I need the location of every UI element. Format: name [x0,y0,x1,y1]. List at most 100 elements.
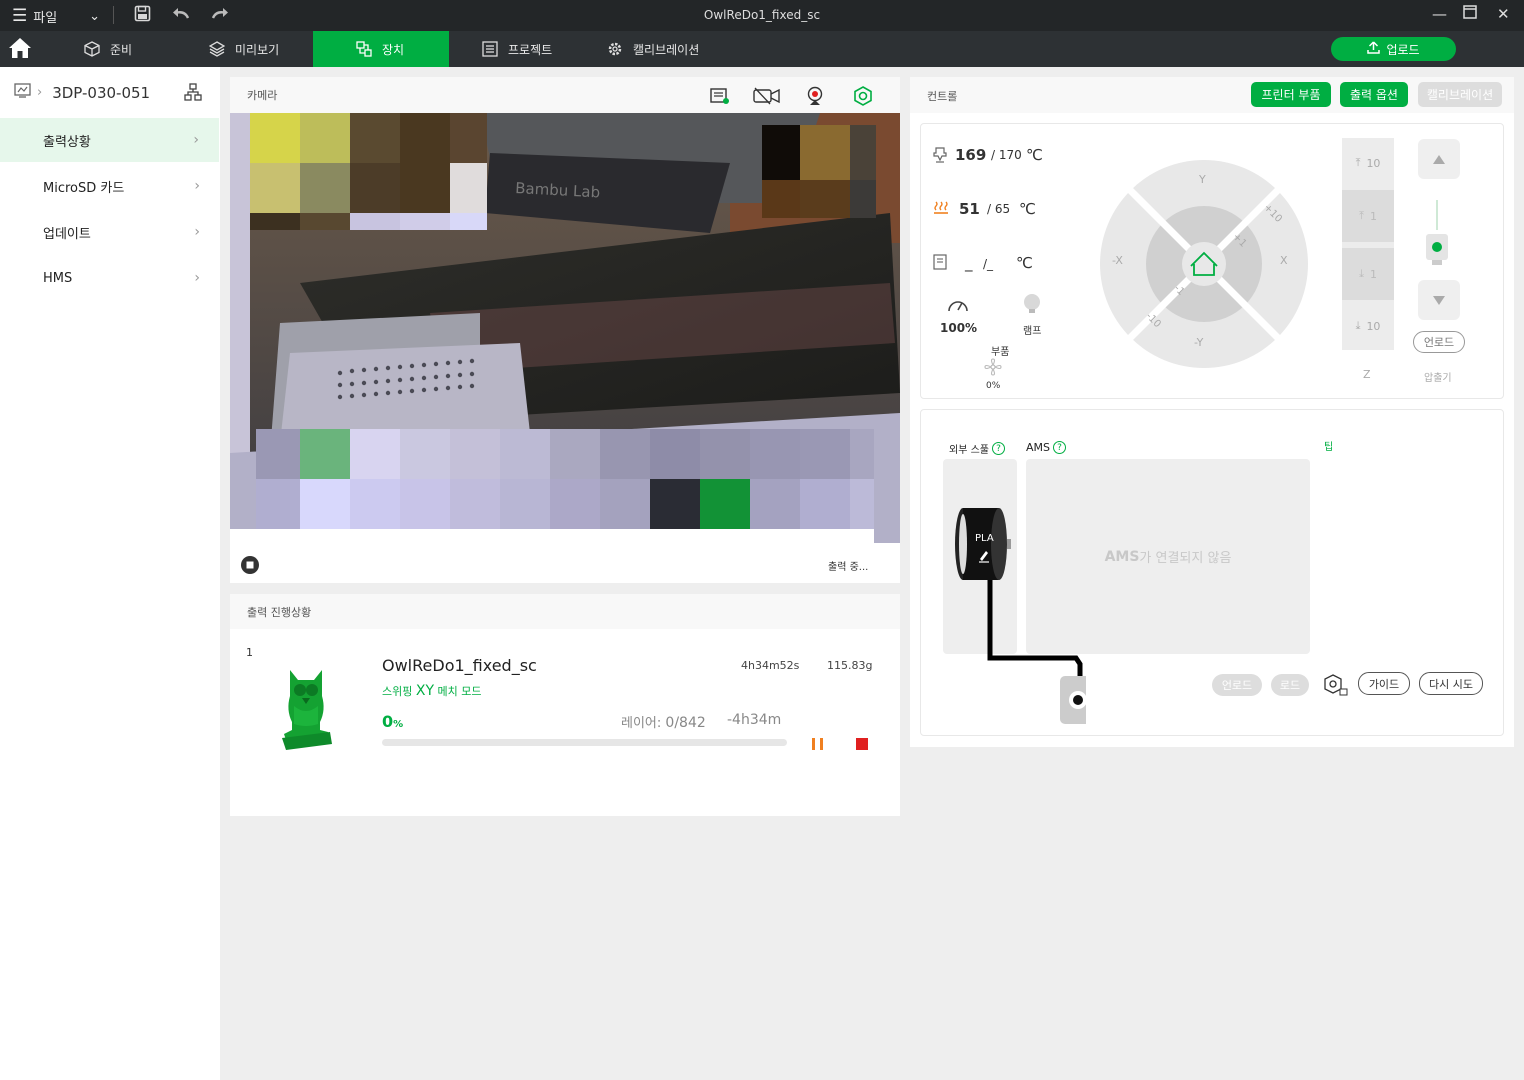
nozzle-temp-unit: ℃ [1026,146,1043,164]
tab-project[interactable]: 프로젝트 [482,31,552,67]
jog-x-plus[interactable]: X [1280,254,1288,267]
nozzle-target-temp[interactable]: / 170 [991,148,1022,162]
tab-label: 장치 [382,42,405,57]
filament-weight: 115.83g [827,659,873,672]
webcam-icon[interactable] [806,86,824,110]
jog-y-minus[interactable]: -Y [1194,336,1203,349]
plate-number: 1 [246,646,253,659]
button-label: 프린터 부품 [1261,88,1321,102]
network-icon[interactable] [184,83,202,105]
speed-gauge-icon[interactable] [947,296,969,318]
button-label: 다시 시도 [1429,677,1473,691]
tab-calibration[interactable]: 캘리브레이션 [607,31,699,67]
layer-info: 레이어: 0/842 [621,712,706,731]
jog-y-plus[interactable]: Y [1199,173,1206,186]
layers-icon [208,41,226,57]
stop-stream-icon[interactable] [240,555,260,579]
printer-parts-button[interactable]: 프린터 부품 [1251,82,1331,107]
sidebar-item-update[interactable]: 업데이트 › [0,210,220,254]
camera-title: 카메라 [247,89,278,102]
help-icon[interactable]: ? [991,442,1005,455]
upload-button[interactable]: 업로드 [1331,37,1456,61]
arrow-down-icon: ⤓ [1355,319,1361,332]
z-axis-control: ⤒ 10 ⤒ 1 ⤓ 1 ⤓ 10 [1342,138,1394,350]
tab-preview[interactable]: 미리보기 [208,31,280,67]
file-name: OwlReDo1_fixed_sc [382,656,537,675]
tab-device[interactable]: 장치 [313,31,449,67]
z-up-10-button[interactable]: ⤒ 10 [1342,138,1394,188]
ams-unload-button[interactable]: 언로드 [1212,674,1262,696]
extrude-up-button[interactable] [1418,139,1460,179]
home-icon[interactable] [8,37,34,61]
sd-card-icon[interactable] [709,86,731,110]
sidebar-item-status[interactable]: 출력상황 › [0,118,219,162]
chevron-right-icon: › [194,224,200,240]
progress-percent: 0% [382,712,403,731]
fan-value: 0% [986,381,1001,391]
recording-icon[interactable] [752,86,782,110]
print-options-button[interactable]: 출력 옵션 [1340,82,1408,107]
sidebar-item-label: HMS [43,270,73,286]
minimize-icon[interactable]: — [1432,5,1447,23]
print-mode: 스위핑 XY 메치 모드 [382,683,482,699]
help-icon[interactable]: ? [1053,441,1066,454]
tab-label: 미리보기 [235,42,280,57]
progress-bar [382,739,787,746]
heatbed-icon [933,200,949,220]
ams-load-button[interactable]: 로드 [1271,674,1309,696]
device-selector[interactable]: › 3DP-030-051 [14,83,150,102]
fan-icon[interactable] [984,358,1002,380]
pause-icon[interactable] [810,736,826,755]
printer-icon [14,83,31,102]
device-icon [356,41,372,57]
tab-prepare[interactable]: 준비 [84,31,132,67]
layer-value: 0/842 [665,715,706,731]
title-bar: ☰ 파일 ⌄ OwlReDo1_fixed_sc — ✕ [0,0,1524,31]
ams-not-connected-area: AMS 가 연결되지 않음 [1026,459,1310,654]
nozzle-current-temp: 169 [955,146,987,164]
bed-temp-unit: ℃ [1019,200,1036,218]
camera-status: 출력 중... [828,562,869,573]
extrude-down-button[interactable] [1418,280,1460,320]
jog-pad[interactable]: Y -Y X -X +10 +1 -1 -10 [1098,160,1310,368]
lamp-icon[interactable] [1022,293,1042,319]
calibration-button[interactable]: 캘리브레이션 [1418,82,1502,107]
jog-x-minus[interactable]: -X [1112,254,1123,267]
ams-label: AMS ? [1026,441,1066,454]
z-up-1-button[interactable]: ⤒ 1 [1342,190,1394,242]
z-value: 10 [1366,319,1381,333]
z-down-10-button[interactable]: ⤓ 10 [1342,302,1394,350]
retry-button[interactable]: 다시 시도 [1419,672,1483,695]
z-value: 10 [1366,156,1381,170]
upload-label: 업로드 [1386,42,1420,57]
remaining-time: -4h34m [727,712,782,728]
z-down-1-button[interactable]: ⤓ 1 [1342,248,1394,300]
device-sidebar: › 3DP-030-051 출력상황 › MicroSD 카드 › 업데이트 ›… [0,67,220,1080]
sidebar-item-label: 업데이트 [43,226,91,242]
maximize-icon[interactable] [1463,5,1477,23]
tip-link[interactable]: 팁 [1324,438,1333,453]
sidebar-item-microsd[interactable]: MicroSD 카드 › [0,164,220,208]
progress-title: 출력 진행상황 [247,606,312,619]
chevron-right-icon: › [194,178,200,194]
edit-icon[interactable] [978,548,990,567]
extruder-unload-button[interactable]: 언로드 [1413,331,1465,353]
camera-settings-icon[interactable] [852,85,874,111]
label-text: AMS [1026,441,1050,454]
chamber-temp-unit: ℃ [1016,254,1033,272]
fan-label: 부품 [991,347,1010,358]
guide-button[interactable]: 가이드 [1358,672,1410,695]
cube-icon [84,41,100,57]
bed-target-temp[interactable]: / 65 [987,202,1010,216]
close-icon[interactable]: ✕ [1497,5,1510,23]
stop-icon[interactable] [855,736,869,755]
triangle-down-icon [1432,291,1446,310]
ams-settings-icon[interactable] [1323,673,1349,701]
print-duration: 4h34m52s [741,659,800,672]
camera-header: 카메라 [230,77,900,113]
chevron-right-icon: › [193,132,199,148]
lamp-label: 램프 [1023,326,1042,337]
sidebar-item-hms[interactable]: HMS › [0,256,220,300]
upload-icon [1367,41,1381,57]
sidebar-item-label: MicroSD 카드 [43,180,125,196]
